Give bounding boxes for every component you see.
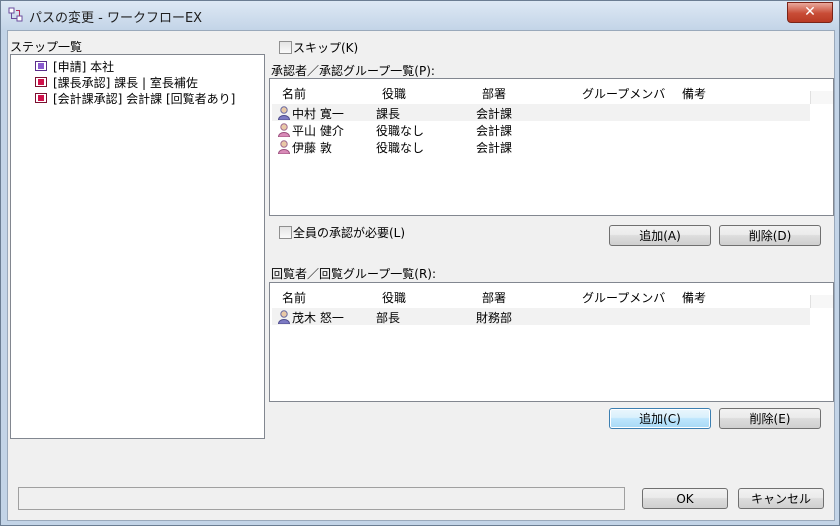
person-female-icon bbox=[278, 140, 290, 154]
table-row[interactable]: 平山 健介 役職なし 会計課 bbox=[272, 121, 810, 138]
viewer-list-label: 回覧者／回覧グループ一覧(R): bbox=[271, 267, 437, 281]
cell-title: 部長 bbox=[376, 311, 401, 325]
workflow-app-icon bbox=[8, 7, 23, 22]
step-item-apply[interactable]: [申請] 本社 bbox=[35, 58, 114, 74]
step-item-label: [会計課承認] 会計課 [回覧者あり] bbox=[53, 91, 236, 106]
dialog-window: パスの変更 - ワークフローEX ✕ ステップ一覧 [申請] 本社 [課長承認]… bbox=[0, 0, 840, 526]
title-bar[interactable]: パスの変更 - ワークフローEX ✕ bbox=[1, 1, 839, 29]
cell-name: 茂木 怒一 bbox=[292, 311, 344, 325]
step-item-section-approval[interactable]: [課長承認] 課長 | 室長補佐 bbox=[35, 74, 198, 90]
delete-approver-button[interactable]: 削除(D) bbox=[719, 225, 821, 246]
step-approve-icon bbox=[35, 93, 47, 103]
skip-checkbox[interactable] bbox=[279, 41, 292, 54]
step-item-accounting-approval[interactable]: [会計課承認] 会計課 [回覧者あり] bbox=[35, 90, 235, 106]
header-filler bbox=[810, 91, 833, 104]
step-list-label: ステップ一覧 bbox=[10, 40, 83, 54]
cell-name: 平山 健介 bbox=[292, 124, 344, 138]
column-header-dept[interactable]: 部署 bbox=[482, 289, 506, 306]
close-icon: ✕ bbox=[804, 4, 816, 20]
table-row[interactable]: 伊藤 敦 役職なし 会計課 bbox=[272, 138, 810, 155]
step-approve-icon bbox=[35, 77, 47, 87]
add-viewer-button[interactable]: 追加(C) bbox=[609, 408, 711, 429]
column-header-group[interactable]: グループメンバ bbox=[582, 289, 665, 306]
step-tree[interactable]: [申請] 本社 [課長承認] 課長 | 室長補佐 [会計課承認] 会計課 [回覧… bbox=[10, 54, 265, 439]
cell-dept: 会計課 bbox=[476, 124, 513, 138]
person-male-icon bbox=[278, 106, 290, 120]
add-approver-button[interactable]: 追加(A) bbox=[609, 225, 711, 246]
ok-button[interactable]: OK bbox=[642, 488, 728, 509]
all-required-checkbox[interactable] bbox=[279, 226, 292, 239]
cell-dept: 財務部 bbox=[476, 311, 513, 325]
viewer-list[interactable]: 名前 役職 部署 グループメンバ 備考 茂木 怒一 部長 財務部 bbox=[269, 282, 834, 402]
column-header-name[interactable]: 名前 bbox=[282, 289, 306, 306]
cell-title: 役職なし bbox=[376, 124, 425, 138]
step-start-icon bbox=[35, 61, 47, 71]
delete-viewer-button[interactable]: 削除(E) bbox=[719, 408, 821, 429]
cell-title: 課長 bbox=[376, 107, 401, 121]
status-field bbox=[18, 487, 625, 510]
approver-list[interactable]: 名前 役職 部署 グループメンバ 備考 中村 寛一 課長 会計課 平山 健介 役… bbox=[269, 78, 834, 216]
window-title: パスの変更 - ワークフローEX bbox=[29, 11, 203, 26]
cell-name: 中村 寛一 bbox=[292, 107, 344, 121]
all-required-label[interactable]: 全員の承認が必要(L) bbox=[293, 224, 405, 241]
dialog-body: ステップ一覧 [申請] 本社 [課長承認] 課長 | 室長補佐 [会計課承認] … bbox=[7, 30, 835, 521]
approver-list-label: 承認者／承認グループ一覧(P): bbox=[271, 64, 435, 78]
column-header-dept[interactable]: 部署 bbox=[482, 85, 506, 102]
column-header-note[interactable]: 備考 bbox=[682, 289, 706, 306]
column-header-title[interactable]: 役職 bbox=[382, 85, 406, 102]
column-header-note[interactable]: 備考 bbox=[682, 85, 706, 102]
person-male-icon bbox=[278, 310, 290, 324]
close-button[interactable]: ✕ bbox=[787, 2, 833, 23]
column-header-name[interactable]: 名前 bbox=[282, 85, 306, 102]
table-row[interactable]: 中村 寛一 課長 会計課 bbox=[272, 104, 810, 121]
column-header-group[interactable]: グループメンバ bbox=[582, 85, 665, 102]
cell-name: 伊藤 敦 bbox=[292, 141, 332, 155]
table-row[interactable]: 茂木 怒一 部長 財務部 bbox=[272, 308, 810, 325]
skip-label[interactable]: スキップ(K) bbox=[293, 39, 358, 56]
cell-dept: 会計課 bbox=[476, 141, 513, 155]
header-filler bbox=[810, 295, 833, 308]
step-item-label: [申請] 本社 bbox=[53, 59, 115, 74]
person-female-icon bbox=[278, 123, 290, 137]
cell-title: 役職なし bbox=[376, 141, 425, 155]
cancel-button[interactable]: キャンセル bbox=[738, 488, 824, 509]
step-item-label: [課長承認] 課長 | 室長補佐 bbox=[53, 75, 198, 90]
cell-dept: 会計課 bbox=[476, 107, 513, 121]
column-header-title[interactable]: 役職 bbox=[382, 289, 406, 306]
